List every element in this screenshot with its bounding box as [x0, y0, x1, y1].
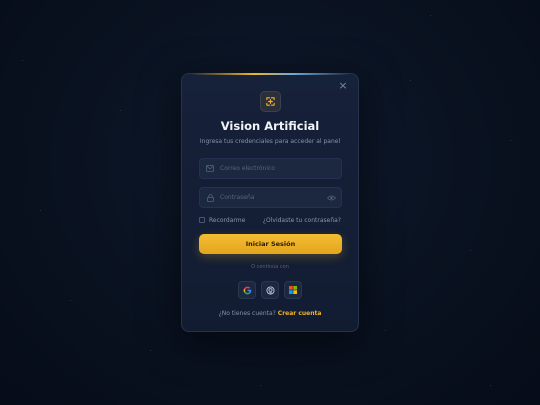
microsoft-icon	[289, 286, 297, 294]
password-field[interactable]	[199, 187, 342, 208]
logo-icon	[260, 91, 281, 112]
create-account-link[interactable]: Crear cuenta	[278, 310, 322, 317]
lock-icon	[206, 193, 214, 202]
eye-icon[interactable]	[327, 194, 336, 202]
email-input[interactable]	[220, 165, 341, 172]
google-icon	[243, 286, 251, 294]
microsoft-login-button[interactable]	[284, 281, 302, 299]
password-input[interactable]	[220, 194, 327, 201]
modal-title: Vision Artificial	[220, 119, 320, 133]
mail-icon	[206, 165, 214, 173]
forgot-password-link[interactable]: ¿Olvidaste tu contraseña?	[263, 217, 341, 224]
signup-row: ¿No tienes cuenta? Crear cuenta	[182, 310, 358, 317]
login-button[interactable]: Iniciar Sesión	[199, 234, 342, 254]
login-modal: × Vision Artificial Ingresa tus credenci…	[181, 73, 359, 332]
signup-question: ¿No tienes cuenta?	[218, 310, 276, 317]
social-login-row	[182, 281, 358, 299]
close-icon[interactable]: ×	[337, 80, 349, 92]
github-icon	[265, 285, 275, 295]
github-login-button[interactable]	[261, 281, 279, 299]
google-login-button[interactable]	[238, 281, 256, 299]
remember-row: Recordarme ¿Olvidaste tu contraseña?	[199, 215, 341, 225]
remember-label: Recordarme	[209, 216, 246, 224]
remember-toggle[interactable]: Recordarme	[199, 217, 245, 224]
social-divider: O continúa con	[251, 264, 289, 270]
modal-subtitle: Ingresa tus credenciales para acceder al…	[199, 138, 341, 145]
remember-checkbox[interactable]	[199, 217, 205, 223]
modal-top-glow	[190, 73, 350, 75]
email-field[interactable]	[199, 158, 342, 179]
